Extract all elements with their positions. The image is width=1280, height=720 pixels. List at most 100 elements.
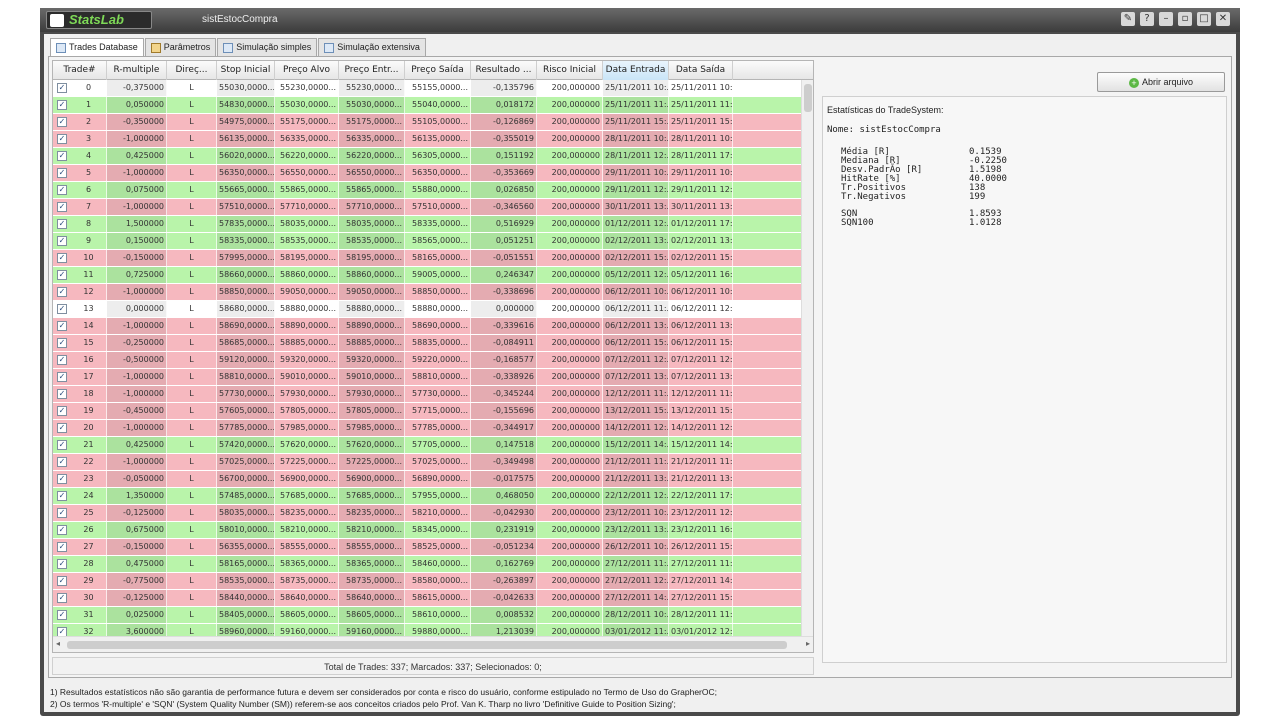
table-row[interactable]: ✓ 23 -0,050000 L 56700,0000... 56900,0000... 5… — [53, 471, 801, 488]
row-checkbox[interactable]: ✓ — [57, 576, 67, 586]
row-checkbox[interactable]: ✓ — [57, 457, 67, 467]
table-row[interactable]: ✓ 15 -0,250000 L 58685,0000... 58885,0000... 5… — [53, 335, 801, 352]
table-row[interactable]: ✓ 2 -0,350000 L 54975,0000... 55175,0000... 55… — [53, 114, 801, 131]
column-header[interactable]: Preço Alvo — [275, 61, 339, 80]
row-checkbox[interactable]: ✓ — [57, 525, 67, 535]
row-checkbox[interactable]: ✓ — [57, 372, 67, 382]
table-row[interactable]: ✓ 5 -1,000000 L 56350,0000... 56550,0000... 56… — [53, 165, 801, 182]
row-checkbox[interactable]: ✓ — [57, 236, 67, 246]
table-row[interactable]: ✓ 21 0,425000 L 57420,0000... 57620,0000... 57… — [53, 437, 801, 454]
pin-icon[interactable]: ✎ — [1121, 12, 1135, 26]
table-row[interactable]: ✓ 22 -1,000000 L 57025,0000... 57225,0000... 5… — [53, 454, 801, 471]
title-bar[interactable]: StatsLab sistEstocCompra ✎ ? – ▫ □ ✕ — [40, 8, 1240, 32]
statistics-text[interactable]: Estatísticas do TradeSystem: Nome: sistE… — [822, 96, 1227, 663]
row-checkbox[interactable]: ✓ — [57, 287, 67, 297]
table-row[interactable]: ✓ 8 1,500000 L 57835,0000... 58035,0000... 580… — [53, 216, 801, 233]
row-checkbox[interactable]: ✓ — [57, 185, 67, 195]
table-row[interactable]: ✓ 11 0,725000 L 58660,0000... 58860,0000... 58… — [53, 267, 801, 284]
restore-button[interactable]: ▫ — [1178, 12, 1192, 26]
column-header[interactable]: Data Entrada — [603, 61, 669, 80]
row-checkbox[interactable]: ✓ — [57, 440, 67, 450]
scroll-thumb[interactable] — [67, 641, 787, 649]
table-row[interactable]: ✓ 20 -1,000000 L 57785,0000... 57985,0000... 5… — [53, 420, 801, 437]
table-cell: 58405,0000... — [217, 607, 275, 623]
column-header[interactable]: Risco Inicial — [537, 61, 603, 80]
table-row[interactable]: ✓ 31 0,025000 L 58405,0000... 58605,0000... 58… — [53, 607, 801, 624]
table-body[interactable]: ✓ 0 -0,375000 L 55030,0000... 55230,0000... 55… — [53, 80, 801, 636]
row-checkbox[interactable]: ✓ — [57, 83, 67, 93]
tab-simulacao-simples[interactable]: Simulação simples — [217, 38, 318, 56]
row-checkbox[interactable]: ✓ — [57, 627, 67, 636]
table-row[interactable]: ✓ 12 -1,000000 L 58850,0000... 59050,0000... 5… — [53, 284, 801, 301]
row-checkbox[interactable]: ✓ — [57, 406, 67, 416]
tab-trades-database[interactable]: Trades Database — [50, 38, 144, 56]
table-row[interactable]: ✓ 6 0,075000 L 55665,0000... 55865,0000... 558… — [53, 182, 801, 199]
column-header[interactable]: Preço Entr... — [339, 61, 405, 80]
row-checkbox[interactable]: ✓ — [57, 117, 67, 127]
column-header[interactable]: Resultado ... — [471, 61, 537, 80]
row-checkbox[interactable]: ✓ — [57, 542, 67, 552]
table-row[interactable]: ✓ 9 0,150000 L 58335,0000... 58535,0000... 585… — [53, 233, 801, 250]
row-checkbox[interactable]: ✓ — [57, 321, 67, 331]
table-row[interactable]: ✓ 24 1,350000 L 57485,0000... 57685,0000... 57… — [53, 488, 801, 505]
tab-parametros[interactable]: Parâmetros — [144, 38, 217, 56]
trades-table[interactable]: Trade# R-multiple Direç... Stop Inicial Preç… — [52, 60, 814, 653]
table-row[interactable]: ✓ 17 -1,000000 L 58810,0000... 59010,0000... 5… — [53, 369, 801, 386]
table-row[interactable]: ✓ 27 -0,150000 L 56355,0000... 58555,0000... 5… — [53, 539, 801, 556]
scroll-right-icon[interactable]: ▸ — [806, 639, 810, 648]
close-button[interactable]: ✕ — [1216, 12, 1230, 26]
table-row[interactable]: ✓ 28 0,475000 L 58165,0000... 58365,0000... 58… — [53, 556, 801, 573]
table-row[interactable]: ✓ 30 -0,125000 L 58440,0000... 58640,0000... 5… — [53, 590, 801, 607]
row-checkbox[interactable]: ✓ — [57, 270, 67, 280]
row-checkbox[interactable]: ✓ — [57, 593, 67, 603]
row-checkbox[interactable]: ✓ — [57, 202, 67, 212]
column-header[interactable]: Direç... — [167, 61, 217, 80]
maximize-button[interactable]: □ — [1197, 12, 1211, 26]
row-checkbox[interactable]: ✓ — [57, 253, 67, 263]
row-checkbox[interactable]: ✓ — [57, 134, 67, 144]
stats-scrollbar[interactable] — [822, 663, 1227, 675]
table-row[interactable]: ✓ 29 -0,775000 L 58535,0000... 58735,0000... 5… — [53, 573, 801, 590]
vertical-scrollbar[interactable] — [801, 80, 813, 636]
table-row[interactable]: ✓ 13 0,000000 L 58680,0000... 58880,0000... 58… — [53, 301, 801, 318]
table-row[interactable]: ✓ 18 -1,000000 L 57730,0000... 57930,0000... 5… — [53, 386, 801, 403]
row-checkbox[interactable]: ✓ — [57, 355, 67, 365]
row-checkbox[interactable]: ✓ — [57, 304, 67, 314]
row-checkbox[interactable]: ✓ — [57, 559, 67, 569]
column-header[interactable]: Preço Saída — [405, 61, 471, 80]
row-checkbox[interactable]: ✓ — [57, 151, 67, 161]
open-file-button[interactable]: + Abrir arquivo — [1097, 72, 1225, 92]
row-checkbox[interactable]: ✓ — [57, 338, 67, 348]
table-row[interactable]: ✓ 14 -1,000000 L 58690,0000... 58890,0000... 5… — [53, 318, 801, 335]
row-checkbox[interactable]: ✓ — [57, 219, 67, 229]
help-icon[interactable]: ? — [1140, 12, 1154, 26]
column-header[interactable]: Data Saída — [669, 61, 733, 80]
table-row[interactable]: ✓ 4 0,425000 L 56020,0000... 56220,0000... 562… — [53, 148, 801, 165]
row-checkbox[interactable]: ✓ — [57, 610, 67, 620]
table-row[interactable]: ✓ 3 -1,000000 L 56135,0000... 56335,0000... 56… — [53, 131, 801, 148]
tab-simulacao-extensiva[interactable]: Simulação extensiva — [318, 38, 426, 56]
table-row[interactable]: ✓ 16 -0,500000 L 59120,0000... 59320,0000... 5… — [53, 352, 801, 369]
row-checkbox[interactable]: ✓ — [57, 100, 67, 110]
row-checkbox[interactable]: ✓ — [57, 168, 67, 178]
horizontal-scrollbar[interactable]: ◂ ▸ — [53, 636, 813, 652]
table-row[interactable]: ✓ 19 -0,450000 L 57605,0000... 57805,0000... 5… — [53, 403, 801, 420]
scroll-thumb[interactable] — [804, 84, 812, 112]
table-row[interactable]: ✓ 32 3,600000 L 58960,0000... 59160,0000... 59… — [53, 624, 801, 636]
row-checkbox[interactable]: ✓ — [57, 474, 67, 484]
table-row[interactable]: ✓ 26 0,675000 L 58010,0000... 58210,0000... 58… — [53, 522, 801, 539]
table-row[interactable]: ✓ 25 -0,125000 L 58035,0000... 58235,0000... 5… — [53, 505, 801, 522]
column-header[interactable]: Trade# — [53, 61, 107, 80]
row-checkbox[interactable]: ✓ — [57, 389, 67, 399]
row-checkbox[interactable]: ✓ — [57, 491, 67, 501]
scroll-left-icon[interactable]: ◂ — [56, 639, 60, 648]
row-checkbox[interactable]: ✓ — [57, 508, 67, 518]
table-row[interactable]: ✓ 10 -0,150000 L 57995,0000... 58195,0000... 5… — [53, 250, 801, 267]
table-row[interactable]: ✓ 7 -1,000000 L 57510,0000... 57710,0000... 57… — [53, 199, 801, 216]
row-checkbox[interactable]: ✓ — [57, 423, 67, 433]
minimize-button[interactable]: – — [1159, 12, 1173, 26]
column-header[interactable]: Stop Inicial — [217, 61, 275, 80]
table-row[interactable]: ✓ 0 -0,375000 L 55030,0000... 55230,0000... 55… — [53, 80, 801, 97]
table-row[interactable]: ✓ 1 0,050000 L 54830,0000... 55030,0000... 550… — [53, 97, 801, 114]
column-header[interactable]: R-multiple — [107, 61, 167, 80]
